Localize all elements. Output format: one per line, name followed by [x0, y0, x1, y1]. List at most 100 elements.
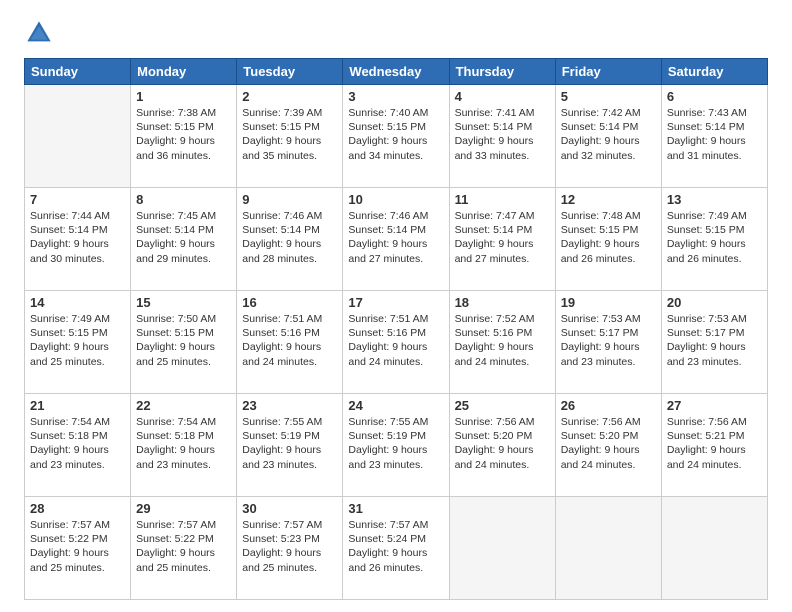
day-number: 7 [30, 192, 125, 207]
day-number: 16 [242, 295, 337, 310]
day-info: Sunrise: 7:51 AM Sunset: 5:16 PM Dayligh… [348, 312, 443, 369]
day-info: Sunrise: 7:42 AM Sunset: 5:14 PM Dayligh… [561, 106, 656, 163]
calendar-cell: 14 Sunrise: 7:49 AM Sunset: 5:15 PM Dayli… [25, 291, 131, 394]
calendar-cell: 25 Sunrise: 7:56 AM Sunset: 5:20 PM Dayli… [449, 394, 555, 497]
day-number: 3 [348, 89, 443, 104]
day-info: Sunrise: 7:47 AM Sunset: 5:14 PM Dayligh… [455, 209, 550, 266]
day-number: 26 [561, 398, 656, 413]
header [24, 18, 768, 48]
calendar-cell: 15Sunrise: 7:50 AM Sunset: 5:15 PM Dayli… [131, 291, 237, 394]
day-info: Sunrise: 7:54 AM Sunset: 5:18 PM Dayligh… [30, 415, 125, 472]
calendar-cell [555, 497, 661, 600]
day-number: 15 [136, 295, 231, 310]
day-info: Sunrise: 7:49 AM Sunset: 5:15 PM Dayligh… [30, 312, 125, 369]
day-number: 11 [455, 192, 550, 207]
calendar-cell: 2 Sunrise: 7:39 AM Sunset: 5:15 PM Daylig… [237, 85, 343, 188]
calendar-cell: 23Sunrise: 7:55 AM Sunset: 5:19 PM Dayli… [237, 394, 343, 497]
day-info: Sunrise: 7:57 AM Sunset: 5:22 PM Dayligh… [30, 518, 125, 575]
day-info: Sunrise: 7:38 AM Sunset: 5:15 PM Dayligh… [136, 106, 231, 163]
day-info: Sunrise: 7:43 AM Sunset: 5:14 PM Dayligh… [667, 106, 762, 163]
calendar-cell: 29 Sunrise: 7:57 AM Sunset: 5:22 PM Dayli… [131, 497, 237, 600]
calendar-week-row: 14 Sunrise: 7:49 AM Sunset: 5:15 PM Dayli… [25, 291, 768, 394]
day-info: Sunrise: 7:53 AM Sunset: 5:17 PM Dayligh… [667, 312, 762, 369]
calendar-cell: 27Sunrise: 7:56 AM Sunset: 5:21 PM Dayli… [661, 394, 767, 497]
day-info: Sunrise: 7:49 AM Sunset: 5:15 PM Dayligh… [667, 209, 762, 266]
day-number: 29 [136, 501, 231, 516]
calendar-header-row: SundayMondayTuesdayWednesdayThursdayFrid… [25, 59, 768, 85]
day-info: Sunrise: 7:57 AM Sunset: 5:23 PM Dayligh… [242, 518, 337, 575]
day-info: Sunrise: 7:57 AM Sunset: 5:24 PM Dayligh… [348, 518, 443, 575]
calendar-cell [25, 85, 131, 188]
calendar-cell: 13 Sunrise: 7:49 AM Sunset: 5:15 PM Dayli… [661, 188, 767, 291]
day-of-week-saturday: Saturday [661, 59, 767, 85]
calendar: SundayMondayTuesdayWednesdayThursdayFrid… [24, 58, 768, 600]
day-number: 2 [242, 89, 337, 104]
calendar-cell: 21 Sunrise: 7:54 AM Sunset: 5:18 PM Dayli… [25, 394, 131, 497]
calendar-cell [661, 497, 767, 600]
day-number: 4 [455, 89, 550, 104]
day-number: 19 [561, 295, 656, 310]
day-info: Sunrise: 7:56 AM Sunset: 5:20 PM Dayligh… [561, 415, 656, 472]
day-info: Sunrise: 7:40 AM Sunset: 5:15 PM Dayligh… [348, 106, 443, 163]
calendar-week-row: 21 Sunrise: 7:54 AM Sunset: 5:18 PM Dayli… [25, 394, 768, 497]
day-info: Sunrise: 7:48 AM Sunset: 5:15 PM Dayligh… [561, 209, 656, 266]
calendar-cell: 17Sunrise: 7:51 AM Sunset: 5:16 PM Dayli… [343, 291, 449, 394]
day-number: 6 [667, 89, 762, 104]
day-info: Sunrise: 7:41 AM Sunset: 5:14 PM Dayligh… [455, 106, 550, 163]
day-number: 28 [30, 501, 125, 516]
calendar-cell: 5 Sunrise: 7:42 AM Sunset: 5:14 PM Daylig… [555, 85, 661, 188]
day-number: 8 [136, 192, 231, 207]
day-number: 21 [30, 398, 125, 413]
day-of-week-monday: Monday [131, 59, 237, 85]
calendar-cell: 9 Sunrise: 7:46 AM Sunset: 5:14 PM Daylig… [237, 188, 343, 291]
day-of-week-thursday: Thursday [449, 59, 555, 85]
calendar-cell: 30 Sunrise: 7:57 AM Sunset: 5:23 PM Dayli… [237, 497, 343, 600]
day-of-week-wednesday: Wednesday [343, 59, 449, 85]
day-info: Sunrise: 7:53 AM Sunset: 5:17 PM Dayligh… [561, 312, 656, 369]
day-info: Sunrise: 7:46 AM Sunset: 5:14 PM Dayligh… [242, 209, 337, 266]
day-of-week-tuesday: Tuesday [237, 59, 343, 85]
calendar-cell: 19 Sunrise: 7:53 AM Sunset: 5:17 PM Dayli… [555, 291, 661, 394]
day-info: Sunrise: 7:57 AM Sunset: 5:22 PM Dayligh… [136, 518, 231, 575]
logo-icon [24, 18, 54, 48]
day-number: 1 [136, 89, 231, 104]
calendar-cell: 16Sunrise: 7:51 AM Sunset: 5:16 PM Dayli… [237, 291, 343, 394]
calendar-cell: 3 Sunrise: 7:40 AM Sunset: 5:15 PM Daylig… [343, 85, 449, 188]
day-number: 13 [667, 192, 762, 207]
logo [24, 18, 58, 48]
day-number: 30 [242, 501, 337, 516]
day-number: 10 [348, 192, 443, 207]
calendar-cell: 4 Sunrise: 7:41 AM Sunset: 5:14 PM Daylig… [449, 85, 555, 188]
calendar-cell: 22Sunrise: 7:54 AM Sunset: 5:18 PM Dayli… [131, 394, 237, 497]
calendar-cell: 28 Sunrise: 7:57 AM Sunset: 5:22 PM Dayli… [25, 497, 131, 600]
day-info: Sunrise: 7:56 AM Sunset: 5:21 PM Dayligh… [667, 415, 762, 472]
calendar-cell: 7Sunrise: 7:44 AM Sunset: 5:14 PM Daylig… [25, 188, 131, 291]
calendar-cell: 6 Sunrise: 7:43 AM Sunset: 5:14 PM Daylig… [661, 85, 767, 188]
calendar-cell: 18Sunrise: 7:52 AM Sunset: 5:16 PM Dayli… [449, 291, 555, 394]
calendar-cell: 10 Sunrise: 7:46 AM Sunset: 5:14 PM Dayli… [343, 188, 449, 291]
calendar-cell [449, 497, 555, 600]
calendar-cell: 11 Sunrise: 7:47 AM Sunset: 5:14 PM Dayli… [449, 188, 555, 291]
day-info: Sunrise: 7:55 AM Sunset: 5:19 PM Dayligh… [348, 415, 443, 472]
day-number: 12 [561, 192, 656, 207]
day-number: 25 [455, 398, 550, 413]
calendar-week-row: 28 Sunrise: 7:57 AM Sunset: 5:22 PM Dayli… [25, 497, 768, 600]
calendar-week-row: 1 Sunrise: 7:38 AM Sunset: 5:15 PM Daylig… [25, 85, 768, 188]
day-number: 9 [242, 192, 337, 207]
calendar-cell: 26 Sunrise: 7:56 AM Sunset: 5:20 PM Dayli… [555, 394, 661, 497]
day-number: 14 [30, 295, 125, 310]
calendar-week-row: 7Sunrise: 7:44 AM Sunset: 5:14 PM Daylig… [25, 188, 768, 291]
day-info: Sunrise: 7:45 AM Sunset: 5:14 PM Dayligh… [136, 209, 231, 266]
day-number: 5 [561, 89, 656, 104]
day-number: 20 [667, 295, 762, 310]
day-number: 31 [348, 501, 443, 516]
day-info: Sunrise: 7:46 AM Sunset: 5:14 PM Dayligh… [348, 209, 443, 266]
day-info: Sunrise: 7:56 AM Sunset: 5:20 PM Dayligh… [455, 415, 550, 472]
day-of-week-sunday: Sunday [25, 59, 131, 85]
calendar-cell: 8 Sunrise: 7:45 AM Sunset: 5:14 PM Daylig… [131, 188, 237, 291]
day-number: 18 [455, 295, 550, 310]
page: SundayMondayTuesdayWednesdayThursdayFrid… [0, 0, 792, 612]
day-info: Sunrise: 7:39 AM Sunset: 5:15 PM Dayligh… [242, 106, 337, 163]
day-number: 24 [348, 398, 443, 413]
day-of-week-friday: Friday [555, 59, 661, 85]
